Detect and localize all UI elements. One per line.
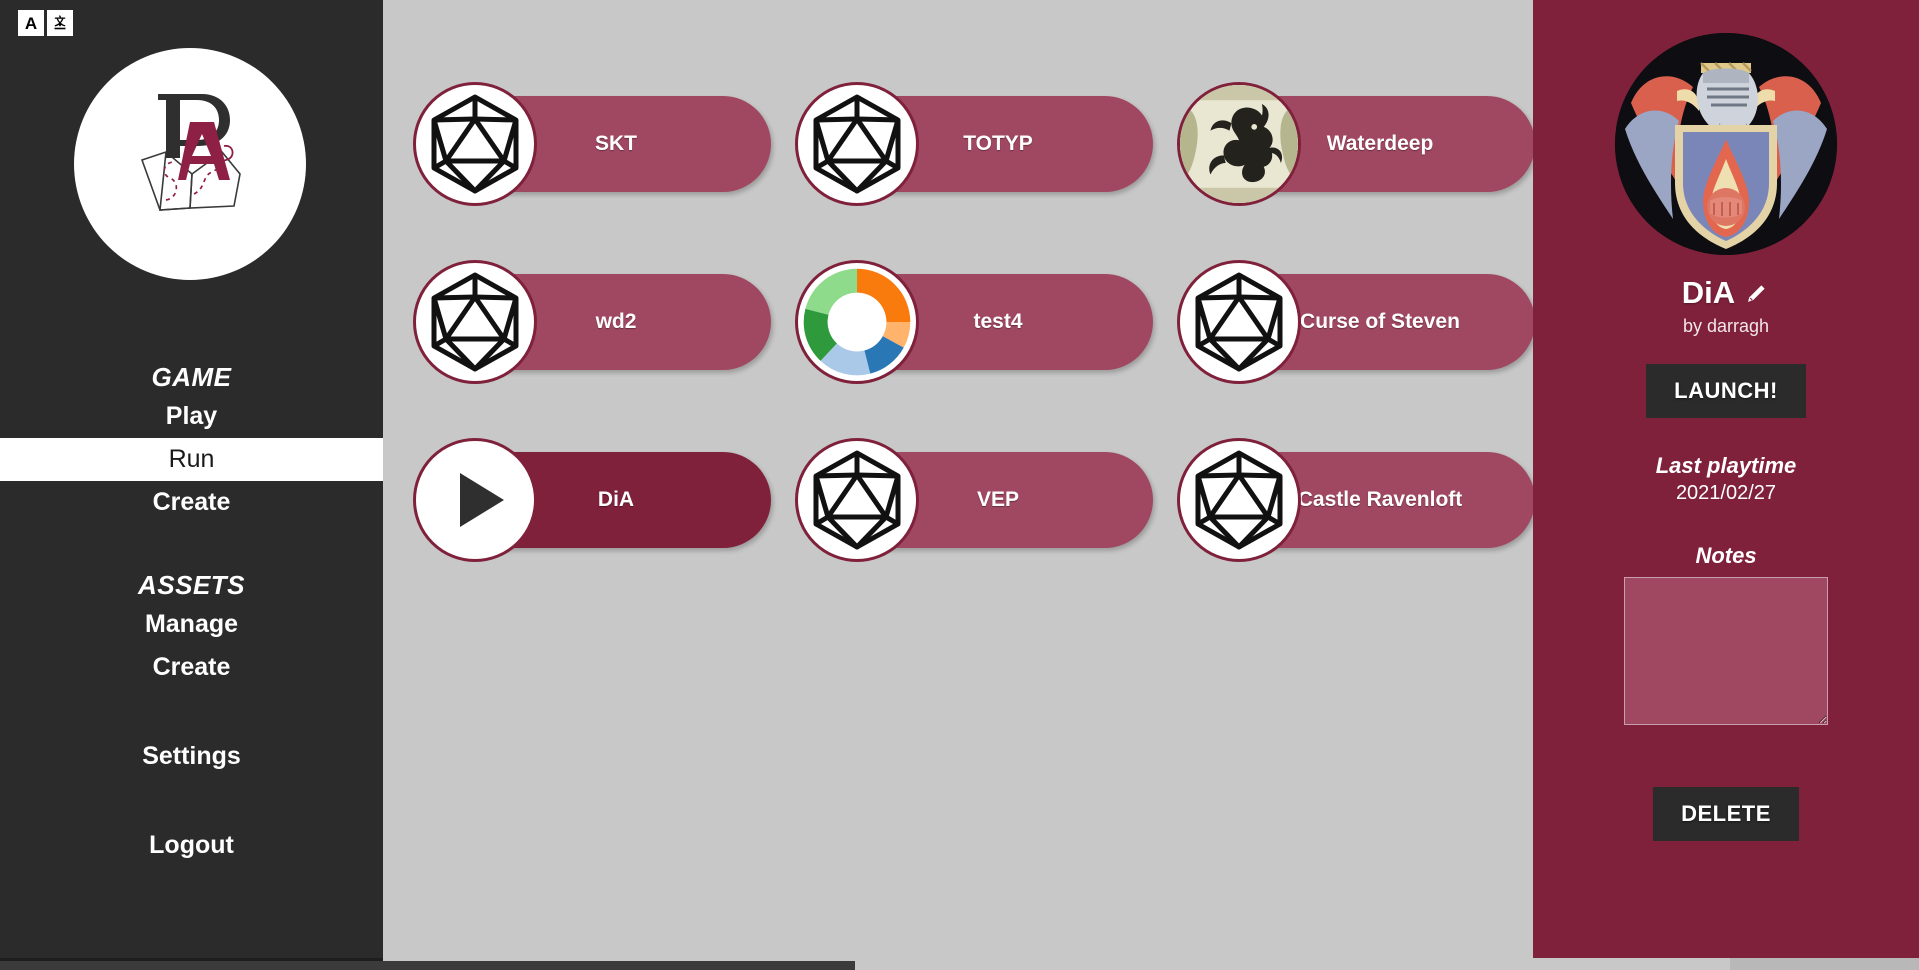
d20-dice-icon — [1195, 272, 1283, 372]
launch-button[interactable]: LAUNCH! — [1646, 364, 1806, 418]
brand-logo — [74, 48, 306, 280]
page-title: DiA — [1681, 275, 1736, 310]
detail-title-row: DiA — [1682, 275, 1770, 311]
sidebar-item-run[interactable]: Run — [0, 438, 383, 481]
play-icon — [460, 473, 504, 527]
sidebar: A 文 GAME Play Run Create ASSETS Manage C… — [0, 0, 383, 970]
sidebar-item-assets-create[interactable]: Create — [0, 646, 383, 689]
game-card[interactable]: Castle Ravenloft — [1177, 438, 1533, 562]
d20-dice-icon — [431, 94, 519, 194]
d20-dice-icon — [813, 94, 901, 194]
game-card[interactable]: wd2 — [413, 260, 771, 384]
game-card[interactable]: test4 — [795, 260, 1153, 384]
sidebar-item-game-create[interactable]: Create — [0, 481, 383, 524]
pa-map-logo-icon — [140, 94, 241, 211]
sidebar-item-play[interactable]: Play — [0, 395, 383, 438]
game-card[interactable]: Curse of Steven — [1177, 260, 1533, 384]
sidebar-item-logout[interactable]: Logout — [0, 824, 383, 867]
scrollbar-thumb[interactable] — [0, 961, 855, 970]
d20-dice-icon — [813, 450, 901, 550]
game-card-avatar[interactable] — [1177, 438, 1301, 562]
game-card[interactable]: TOTYP — [795, 82, 1153, 206]
game-card-avatar[interactable] — [795, 82, 919, 206]
game-card-avatar[interactable] — [413, 82, 537, 206]
notes-input[interactable] — [1624, 577, 1828, 725]
dragon-avatar-icon — [1180, 85, 1298, 203]
donut-chart-avatar-icon — [803, 268, 911, 376]
scrollbar-track[interactable] — [1730, 958, 1919, 970]
detail-avatar — [1615, 33, 1837, 255]
game-grid: SKT TOTYP Waterdeep wd2 test4 Curse of S… — [413, 78, 1533, 612]
coat-of-arms-icon — [1615, 33, 1837, 255]
horizontal-scrollbar[interactable] — [0, 958, 1919, 970]
language-switcher: A 文 — [18, 10, 73, 36]
language-translate-button[interactable]: 文 — [47, 10, 73, 36]
game-card[interactable]: SKT — [413, 82, 771, 206]
game-detail-panel: DiA by darragh LAUNCH! Last playtime 202… — [1533, 0, 1919, 970]
game-list-area: SKT TOTYP Waterdeep wd2 test4 Curse of S… — [383, 0, 1533, 970]
sidebar-item-manage[interactable]: Manage — [0, 603, 383, 646]
delete-button[interactable]: DELETE — [1653, 787, 1799, 841]
game-card-avatar[interactable] — [1177, 260, 1301, 384]
detail-author: by darragh — [1682, 316, 1770, 336]
sidebar-nav: GAME Play Run Create ASSETS Manage Creat… — [0, 360, 383, 867]
d20-dice-icon — [1195, 450, 1283, 550]
nav-group-assets-label: ASSETS — [137, 570, 246, 600]
app-root: A 文 GAME Play Run Create ASSETS Manage C… — [0, 0, 1919, 970]
game-card[interactable]: Waterdeep — [1177, 82, 1533, 206]
pencil-icon[interactable] — [1744, 280, 1770, 306]
language-a-button[interactable]: A — [18, 10, 44, 36]
game-card[interactable]: DiA — [413, 438, 771, 562]
game-card-avatar[interactable] — [795, 260, 919, 384]
game-card-avatar[interactable] — [795, 438, 919, 562]
translate-icon: 文 — [54, 14, 67, 30]
last-playtime-value: 2021/02/27 — [1675, 482, 1777, 504]
game-card-avatar[interactable] — [1177, 82, 1301, 206]
sidebar-item-settings[interactable]: Settings — [0, 735, 383, 778]
notes-label: Notes — [1695, 543, 1757, 568]
game-card-avatar[interactable] — [413, 260, 537, 384]
game-card-avatar[interactable] — [413, 438, 537, 562]
game-card[interactable]: VEP — [795, 438, 1153, 562]
nav-group-game-label: GAME — [151, 362, 232, 392]
last-playtime-label: Last playtime — [1655, 453, 1797, 478]
d20-dice-icon — [431, 272, 519, 372]
